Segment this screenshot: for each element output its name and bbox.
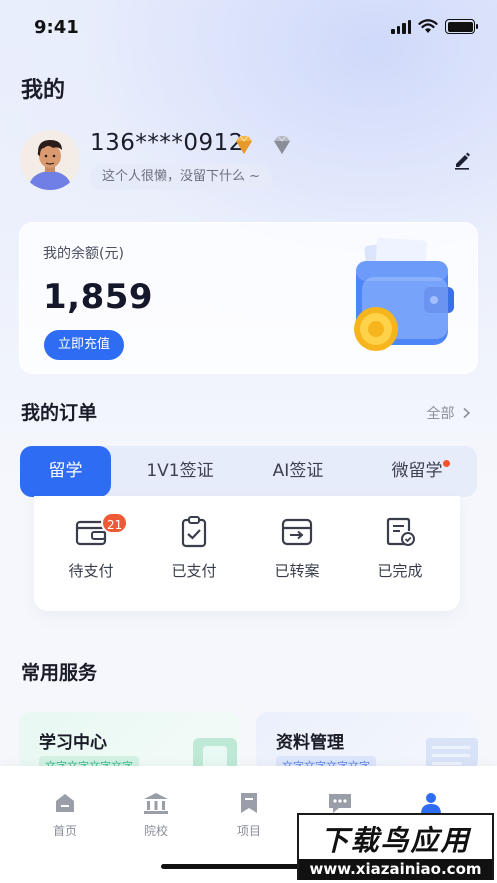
status-icons [391,19,478,34]
service-card-document-management[interactable]: 资料管理 文字文字文字文字 [256,712,478,772]
service-learning-center-title: 学习中心 [39,733,107,753]
watermark-title: 下载鸟应用 [320,824,471,857]
recharge-button[interactable]: 立即充值 [44,330,124,360]
cellular-signal-icon [391,19,411,34]
transfer-box-icon [281,518,313,546]
clipboard-check-icon [181,516,207,548]
document-check-icon [386,517,415,546]
home-icon [56,794,74,812]
status-bar: 9:41 [0,0,497,56]
avatar-illustration [20,130,80,190]
order-tabs: 留学 1V1签证 AI签证 微留学 [20,446,477,497]
nav-home[interactable]: 首页 [30,791,100,839]
wallet-coin-illustration [354,237,454,351]
edit-pencil-icon[interactable] [452,150,472,170]
user-phone: 136****0912 [90,130,244,156]
order-completed[interactable]: 已完成 [360,516,440,581]
person-icon [421,793,441,814]
order-pending-label: 待支付 [68,562,114,580]
balance-card: 我的余额(元) 1,859 立即充值 [19,222,478,374]
order-transferred-label: 已转案 [274,562,320,580]
orders-section-title: 我的订单 [21,402,98,424]
order-paid[interactable]: 已支付 [154,516,234,581]
services-section-title: 常用服务 [21,662,98,684]
silver-diamond-badge-icon [274,135,290,154]
gold-diamond-badge-icon [236,135,252,154]
chevron-right-icon [463,407,471,419]
nav-projects-label: 项目 [236,824,261,838]
watermark-logo: 下载鸟应用 www.xiazainiao.com [297,813,494,880]
profile-header[interactable]: 136****0912 这个人很懒，没留下什么 ~ [20,130,480,192]
service-card-learning-center[interactable]: 学习中心 文字文字文字文字 [19,712,241,772]
order-paid-label: 已支付 [171,562,217,580]
balance-label: 我的余额(元) [43,246,124,262]
nav-home-label: 首页 [52,824,77,838]
tab-1v1-visa[interactable]: 1V1签证 [125,446,235,497]
status-time: 9:41 [34,17,79,38]
nav-projects[interactable]: 项目 [214,791,284,839]
tab-ai-visa[interactable]: AI签证 [248,446,348,497]
order-pending-payment[interactable]: 待支付 21 [51,512,131,581]
nav-schools[interactable]: 院校 [121,791,191,839]
orders-all-label: 全部 [426,406,455,422]
service-document-management-title: 资料管理 [276,733,344,753]
watermark-url: www.xiazainiao.com [299,859,492,880]
page-title: 我的 [21,78,66,103]
balance-value: 1,859 [43,277,154,317]
avatar[interactable] [20,130,80,190]
tab-micro-study[interactable]: 微留学 [367,446,467,497]
bookmark-icon [241,793,257,813]
wifi-icon [418,19,438,33]
user-bio: 这个人很懒，没留下什么 ~ [90,164,273,190]
chat-icon [329,794,351,813]
order-transferred[interactable]: 已转案 [257,516,337,581]
school-icon [144,793,168,814]
nav-schools-label: 院校 [143,824,168,838]
orders-all-link[interactable]: 全部 [427,403,471,423]
tab-notification-dot [443,460,450,467]
tab-study-abroad[interactable]: 留学 [20,446,111,497]
order-completed-label: 已完成 [377,562,423,580]
pending-count-badge: 21 [101,512,129,534]
order-status-panel: 待支付 21 已支付 已转案 已完成 [34,496,460,611]
battery-icon [445,19,478,34]
